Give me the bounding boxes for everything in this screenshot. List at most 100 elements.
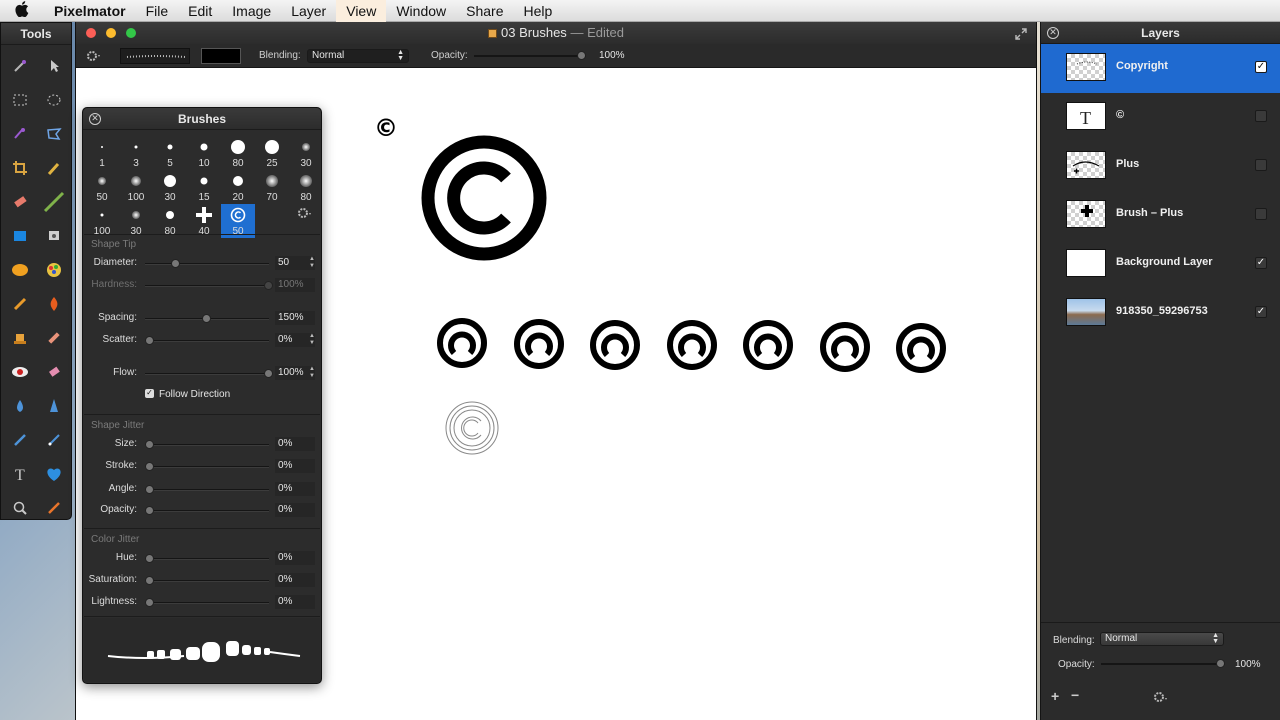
hue-slider[interactable] [145,554,269,563]
stroke-slider[interactable] [145,462,269,471]
saturation-slider-knob[interactable] [145,576,154,585]
angle-value-field[interactable]: 0% [275,482,315,496]
layer-visibility-checkbox[interactable]: ✓ [1255,61,1267,73]
menu-layer[interactable]: Layer [281,0,336,22]
plus-icon[interactable]: + [1051,688,1059,704]
brush-preset[interactable]: 50 [85,170,119,204]
arrow-icon[interactable] [37,49,71,83]
brush-preset[interactable]: 80 [289,170,323,204]
diameter-slider-knob[interactable] [171,259,181,268]
brush-preset[interactable]: 20 [221,170,255,204]
color-picker-icon[interactable] [37,491,71,525]
menu-file[interactable]: File [136,0,179,22]
layer-visibility-checkbox[interactable]: ✓ [1255,257,1267,269]
hue-value-field[interactable]: 0% [275,551,315,565]
layer-row[interactable]: Plus [1041,142,1280,191]
menu-image[interactable]: Image [222,0,281,22]
brush-preset[interactable]: 3 [119,136,153,170]
spacing-value-field[interactable]: 150% [275,311,315,325]
hardness-slider-knob[interactable] [264,281,273,290]
layer-visibility-checkbox[interactable] [1255,110,1267,122]
scatter-slider[interactable] [145,336,269,345]
layer-visibility-checkbox[interactable]: ✓ [1255,306,1267,318]
size-slider[interactable] [145,440,269,449]
spacing-slider-knob[interactable] [202,314,212,323]
healing-icon[interactable] [37,321,71,355]
layer-visibility-checkbox[interactable] [1255,208,1267,220]
close-icon[interactable]: ✕ [1047,27,1059,39]
apple-icon[interactable] [0,0,44,21]
brush-preset[interactable]: 10 [187,136,221,170]
angle-slider-knob[interactable] [145,485,154,494]
heart-icon[interactable] [37,457,71,491]
brush-preset[interactable]: 50 [221,204,255,238]
opacity-slider[interactable] [474,51,586,60]
flow-slider-knob[interactable] [264,369,273,378]
spacing-slider[interactable] [145,314,269,323]
layer-row[interactable]: T © [1041,93,1280,142]
clone-icon[interactable] [3,321,37,355]
brush-preset[interactable]: 1 [85,136,119,170]
menu-share[interactable]: Share [456,0,513,22]
menu-help[interactable]: Help [513,0,562,22]
layer-row[interactable]: Background Layer ✓ [1041,240,1280,289]
opacity-slider[interactable] [145,506,269,515]
size-value-field[interactable]: 0% [275,437,315,451]
smudge-icon[interactable] [37,355,71,389]
diameter-stepper[interactable]: ▲ ▼ [308,256,316,270]
layers-opacity-knob[interactable] [1216,659,1225,668]
layer-visibility-checkbox[interactable] [1255,159,1267,171]
menu-app-name[interactable]: Pixelmator [44,0,136,22]
brush-preset[interactable]: 40 [187,204,221,238]
stroke-slider-knob[interactable] [145,462,154,471]
lasso-icon[interactable] [3,117,37,151]
saturation-value-field[interactable]: 0% [275,573,315,587]
opacity-value-field[interactable]: 0% [275,503,315,517]
zoom-icon[interactable] [3,491,37,525]
sharpen-icon[interactable] [37,389,71,423]
brush-preset[interactable]: 80 [153,204,187,238]
magic-wand-icon[interactable] [3,49,37,83]
minus-icon[interactable]: − [1071,687,1079,703]
brush-icon[interactable] [37,185,71,219]
scatter-slider-knob[interactable] [145,336,154,345]
paintbrush-icon[interactable] [3,287,37,321]
menu-view[interactable]: View [336,0,387,22]
sponge-icon[interactable] [3,253,37,287]
polygon-lasso-icon[interactable] [37,117,71,151]
crop-icon[interactable] [3,151,37,185]
preset-gear-icon[interactable] [297,206,313,223]
brush-preset[interactable]: 70 [255,170,289,204]
lightness-value-field[interactable]: 0% [275,595,315,609]
layer-row[interactable]: Copyright ✓ [1041,44,1280,93]
layers-blending-select[interactable]: Normal ▲ ▼ [1100,632,1224,646]
rectangle-shape-icon[interactable] [3,219,37,253]
layers-opacity-slider[interactable] [1101,659,1225,668]
color-wheel-icon[interactable] [37,253,71,287]
layer-gear-icon[interactable] [1153,690,1169,707]
saturation-slider[interactable] [145,576,269,585]
brush-preset[interactable]: 30 [153,170,187,204]
eyedropper-icon[interactable] [37,151,71,185]
blur-icon[interactable] [3,389,37,423]
red-eye-icon[interactable] [3,355,37,389]
brush-preset[interactable]: 15 [187,170,221,204]
follow-direction-checkbox[interactable]: ✓ [145,389,154,398]
menu-window[interactable]: Window [386,0,456,22]
flow-slider[interactable] [145,369,273,378]
gear-icon[interactable] [86,49,102,66]
angle-slider[interactable] [145,485,269,494]
menu-edit[interactable]: Edit [178,0,222,22]
type-icon[interactable]: T [3,457,37,491]
ellipse-select-icon[interactable] [37,83,71,117]
brush-preset[interactable]: 100 [85,204,119,238]
burn-icon[interactable] [37,287,71,321]
brush-preset[interactable]: 100 [119,170,153,204]
lightness-slider[interactable] [145,598,269,607]
brush-preset[interactable]: 30 [289,136,323,170]
close-icon[interactable]: ✕ [89,113,101,125]
pencil-icon[interactable] [37,423,71,457]
hardness-slider[interactable] [145,281,273,290]
brush-preview-button[interactable] [120,48,190,64]
rect-select-icon[interactable] [3,83,37,117]
